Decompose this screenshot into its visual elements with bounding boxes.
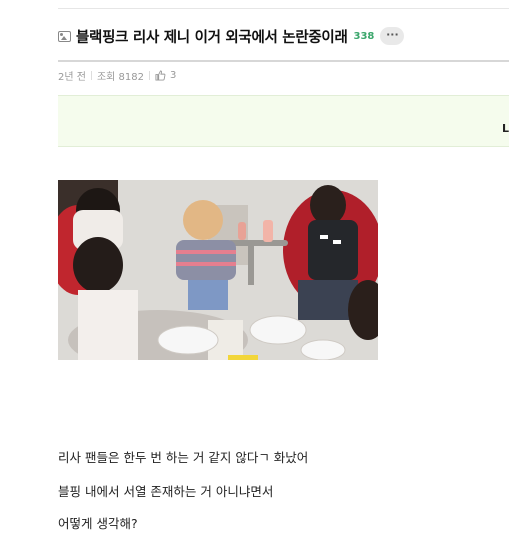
meta-divider: [90, 70, 92, 80]
post-meta: 2년 전 조회 8182 3: [58, 67, 176, 83]
post-image: [58, 180, 378, 360]
view-count: 조회 8182: [96, 71, 144, 83]
header-divider: [58, 60, 509, 62]
post-header: 블랙핑크 리사 제니 이거 외국에서 논란중이래 338 ···: [58, 24, 405, 48]
post-paragraph: 블핑 내에서 서열 존재하는 거 아니냐면서: [58, 484, 274, 499]
post-paragraph: 어떻게 생각해?: [58, 516, 138, 531]
thumbs-up-icon[interactable]: [155, 69, 166, 81]
post-title[interactable]: 블랙핑크 리사 제니 이거 외국에서 논란중이래: [76, 26, 348, 47]
meta-divider: [148, 70, 150, 80]
post-paragraph: 리사 팬들은 한두 번 하는 거 같지 않다ㄱ 화났어: [58, 450, 309, 465]
info-banner: L: [58, 95, 509, 147]
like-count: 3: [169, 69, 177, 81]
banner-text: L: [501, 122, 509, 135]
post-time: 2년 전: [58, 71, 86, 83]
top-nav-fragment: [416, 0, 496, 4]
comment-count[interactable]: 338: [354, 31, 375, 42]
image-icon: [58, 30, 71, 42]
more-icon[interactable]: ···: [380, 27, 405, 45]
